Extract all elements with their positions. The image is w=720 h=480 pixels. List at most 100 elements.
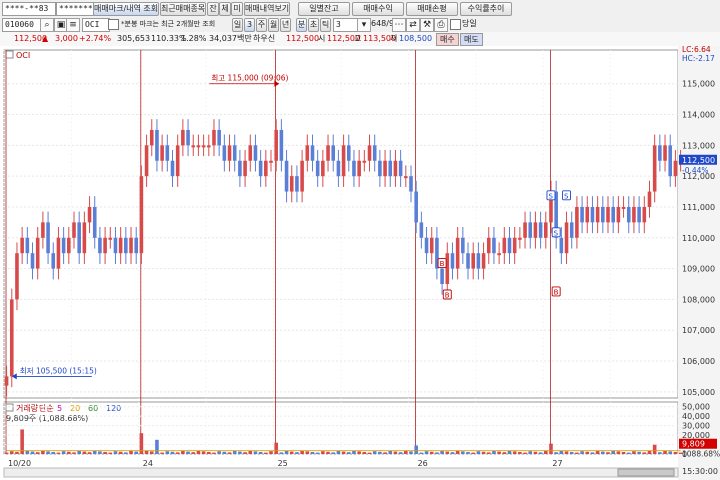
candle-body [461, 237, 465, 254]
candle-body [673, 160, 678, 177]
x-tick-label: 27 [552, 459, 562, 468]
period-day[interactable]: 일 [232, 18, 243, 32]
volume-pct-tag: 1088.68% [682, 450, 720, 459]
price-change: 3,000 [55, 34, 78, 43]
low-value: 108,500 [399, 34, 433, 43]
volume-bar [258, 451, 263, 454]
volume-bar [362, 451, 367, 454]
volume-bar [181, 451, 185, 454]
candle-body [232, 145, 237, 161]
account-select[interactable]: ****-**83 [2, 2, 56, 16]
turnover: 1.28% [181, 34, 207, 43]
volume-bar [92, 450, 97, 454]
trade-eval-button[interactable]: 매매손평 [406, 2, 458, 16]
search-icon[interactable]: ⌕ [40, 18, 54, 32]
candle-body [559, 237, 564, 254]
candle-body [585, 206, 590, 223]
chevron-down-icon[interactable]: ▾ [357, 18, 371, 32]
candle-body [502, 237, 507, 254]
candle-body [569, 222, 574, 238]
volume-bar [227, 452, 232, 454]
volume-bar [533, 451, 538, 454]
volume-bar [170, 451, 175, 454]
candle-body [264, 160, 268, 177]
candle-body [134, 237, 138, 254]
y-tick-label: 115,000 [682, 80, 715, 89]
tool-icon[interactable]: ⚒ [420, 18, 434, 32]
print-icon[interactable]: ⎙ [434, 18, 448, 32]
candle-body [56, 237, 61, 269]
period-3[interactable]: 3 [244, 18, 255, 32]
tab-executed[interactable]: 체 [219, 2, 231, 16]
candle-body [310, 145, 315, 161]
tab-balance[interactable]: 잔 [207, 2, 219, 16]
volume-bar [497, 451, 501, 454]
period-year[interactable]: 년 [280, 18, 291, 32]
tab-recent-stocks[interactable]: 최근매매종목 [160, 2, 206, 16]
candle-body [424, 237, 429, 254]
mark-option-checkbox[interactable] [108, 19, 119, 30]
volume-bar [300, 450, 304, 454]
return-trend-button[interactable]: 수익률추이 [460, 2, 512, 16]
candle-body [471, 253, 475, 269]
candle-body [61, 237, 66, 254]
candle-body [82, 222, 87, 254]
candle-body [124, 237, 128, 254]
volume-bar [393, 451, 398, 454]
volume-bar [238, 451, 242, 454]
sell-button[interactable]: 매도 [460, 33, 483, 46]
period-week[interactable]: 주 [256, 18, 267, 32]
volume-bar [87, 452, 92, 454]
candle-body [518, 237, 522, 240]
candle-body [118, 237, 123, 254]
candle-body [222, 145, 227, 161]
chart-background [0, 46, 720, 480]
period-second[interactable]: 초 [308, 18, 319, 32]
period-month[interactable]: 월 [268, 18, 279, 32]
tab-trade-history[interactable]: 매매내역보기 [244, 2, 290, 16]
low-annotation: 최저 105,500 (15:15) [20, 365, 97, 375]
candle-body [663, 145, 667, 161]
price-chart[interactable]: OCI 105,000 106,000 107,000 108,000 109,000 11… [0, 46, 720, 480]
volume-bar [191, 452, 196, 454]
up-arrow-icon: ▲ [42, 34, 49, 43]
candle-body [507, 237, 512, 254]
buy-button[interactable]: 매수 [436, 33, 459, 46]
last-price-tag-text: 112,500 [682, 156, 715, 165]
tab-trade-mark[interactable]: 매매마크/내역 조회 [93, 2, 159, 16]
password-field[interactable]: ******** [56, 2, 94, 16]
trade-amount: 34,037백만 [209, 34, 252, 43]
tab-unfilled[interactable]: 미 [231, 2, 243, 16]
candle-body [512, 237, 517, 254]
candle-body [346, 145, 351, 161]
volume-bar [35, 452, 40, 454]
candle-body [398, 160, 403, 177]
period-tick[interactable]: 틱 [320, 18, 331, 32]
volume-bar [124, 452, 128, 454]
y-tick-label: 106,000 [682, 357, 715, 366]
candle-body [149, 129, 154, 146]
volume-bar [668, 451, 673, 454]
volume-bar [518, 451, 522, 454]
candle-body [544, 222, 548, 238]
stock-code-input[interactable]: 010060 [2, 18, 42, 32]
y-tick-label: 114,000 [682, 111, 715, 120]
volume-bar [129, 451, 133, 454]
today-checkbox[interactable] [450, 19, 461, 30]
candle-body [46, 222, 50, 254]
lc-value: LC:6.64 [682, 46, 711, 54]
pattern-icon[interactable]: ⋯ [392, 18, 406, 32]
volume-bar [72, 452, 76, 454]
interval-select[interactable]: 3 [333, 18, 359, 32]
scroll-icon[interactable]: ⇄ [406, 18, 420, 32]
candle-body [108, 237, 113, 240]
list-icon[interactable]: ≡ [66, 18, 80, 32]
volume-bar [544, 451, 548, 454]
volume-bar [492, 451, 496, 454]
volume-bar [175, 452, 180, 454]
candle-body [207, 145, 211, 148]
volume-bar [289, 451, 294, 454]
trade-profit-button[interactable]: 매매수익 [352, 2, 404, 16]
daily-balance-button[interactable]: 일별잔고 [298, 2, 350, 16]
period-minute[interactable]: 분 [296, 18, 307, 32]
